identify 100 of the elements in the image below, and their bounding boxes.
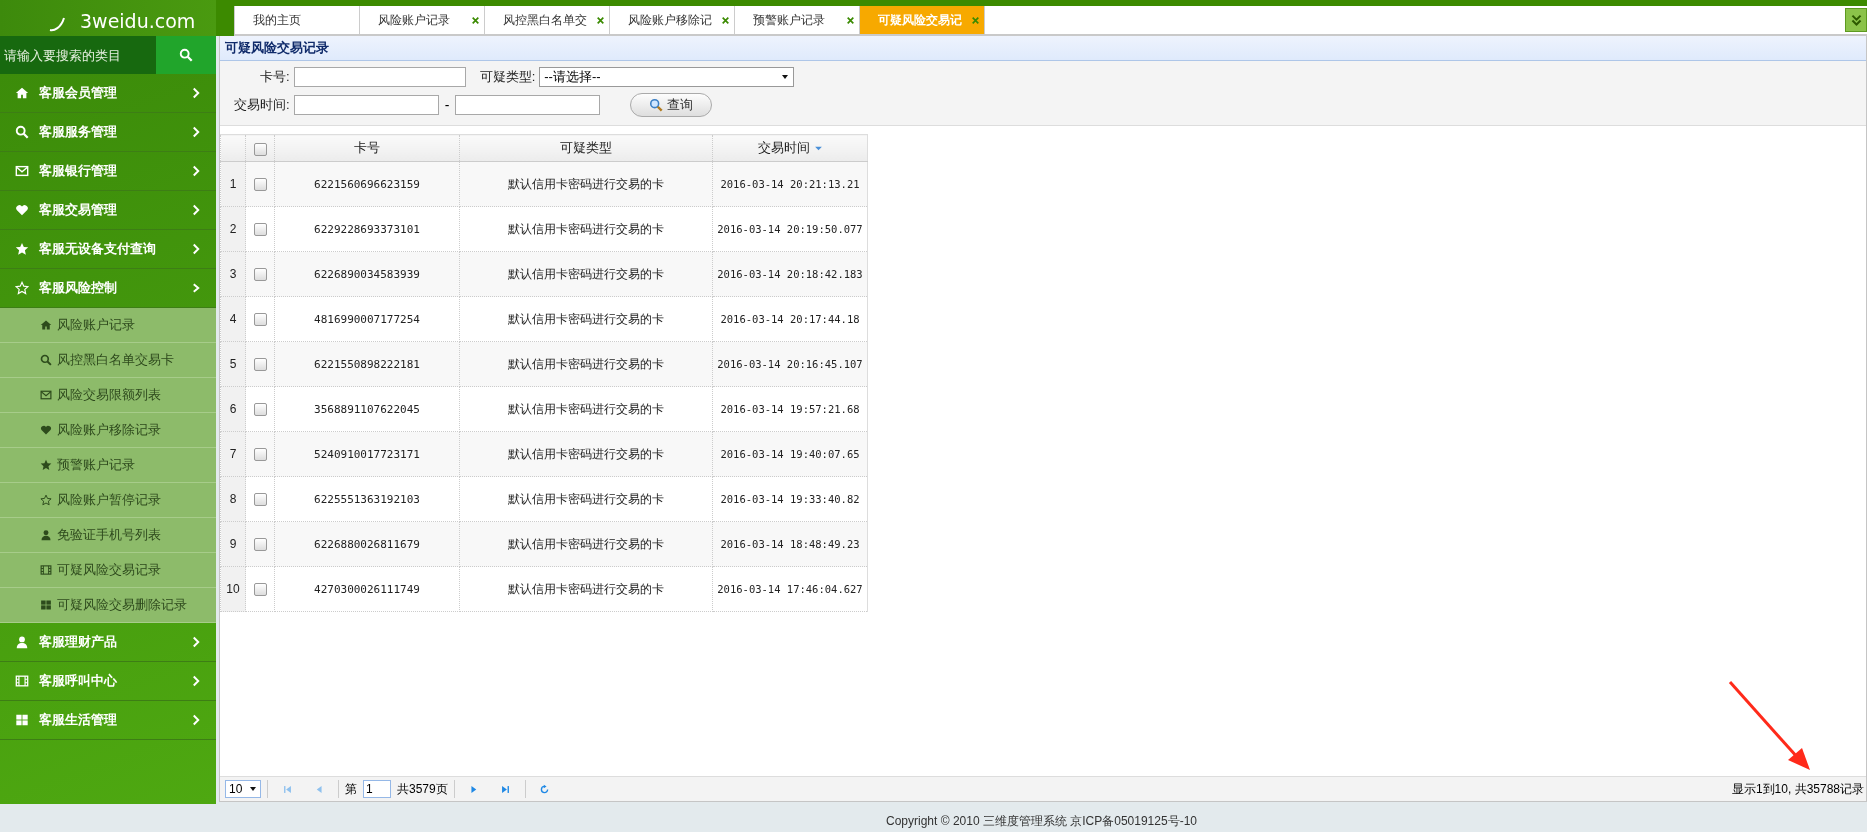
search-icon xyxy=(179,48,193,62)
magnifier-icon xyxy=(649,98,664,112)
heart-icon xyxy=(15,203,29,217)
submenu-item[interactable]: 预警账户记录 xyxy=(0,448,216,483)
film-icon xyxy=(15,674,29,688)
menu-item[interactable]: 客服服务管理 xyxy=(0,113,216,152)
table-cell: 4816990007177254 xyxy=(274,296,460,342)
close-icon[interactable] xyxy=(471,15,480,25)
type-dropdown[interactable]: --请选择-- xyxy=(539,67,795,87)
home-icon xyxy=(40,319,52,331)
card-number-field[interactable] xyxy=(293,67,466,87)
page-size-dropdown[interactable]: 10 xyxy=(225,780,261,798)
table-cell: 默认信用卡密码进行交易的卡 xyxy=(459,566,713,612)
checkbox[interactable] xyxy=(253,312,267,326)
close-icon[interactable] xyxy=(721,15,730,25)
double-chevron-icon xyxy=(1849,13,1863,27)
page-number-field[interactable]: 1 xyxy=(363,780,391,798)
envelope-icon xyxy=(15,164,29,178)
field-label: 可疑类型: xyxy=(478,68,537,86)
menu-item[interactable]: 客服呼叫中心 xyxy=(0,662,216,701)
field-label: 交易时间: xyxy=(234,96,291,114)
tab-overflow-button[interactable] xyxy=(1845,8,1867,32)
checkbox[interactable] xyxy=(253,267,267,281)
table-cell: 2016-03-14 19:40:07.65 xyxy=(712,431,868,477)
submenu-item[interactable]: 可疑风险交易记录 xyxy=(0,553,216,588)
table-cell: 默认信用卡密码进行交易的卡 xyxy=(459,386,713,432)
table-cell: 默认信用卡密码进行交易的卡 xyxy=(459,206,713,252)
search-icon xyxy=(15,125,29,139)
end-time-field[interactable] xyxy=(455,95,601,115)
row-number: 9 xyxy=(220,521,246,567)
menu-item[interactable]: 客服银行管理 xyxy=(0,152,216,191)
grid-icon xyxy=(40,599,52,611)
search-button[interactable] xyxy=(156,36,216,74)
checkbox[interactable] xyxy=(253,357,267,371)
logo-text: 3weidu.com xyxy=(80,10,196,32)
star-icon xyxy=(15,242,29,256)
column-header[interactable]: 可疑类型 xyxy=(560,139,612,157)
table-cell: 默认信用卡密码进行交易的卡 xyxy=(459,296,713,342)
person-icon xyxy=(15,635,29,649)
refresh-icon xyxy=(539,783,551,795)
checkbox[interactable] xyxy=(253,537,267,551)
table-cell: 2016-03-14 20:21:13.21 xyxy=(712,161,868,207)
checkbox[interactable] xyxy=(253,402,267,416)
row-number: 6 xyxy=(220,386,246,432)
close-icon[interactable] xyxy=(971,15,980,25)
copyright-text: Copyright © 2010 三维度管理系统 京ICP备05019125号-10 xyxy=(886,813,1197,830)
dropdown-arrow-icon xyxy=(781,73,790,81)
submenu-item[interactable]: 免验证手机号列表 xyxy=(0,518,216,553)
field-label: 卡号: xyxy=(259,68,291,86)
close-icon[interactable] xyxy=(846,15,855,25)
search-button[interactable]: 查询 xyxy=(630,93,713,117)
table-cell: 6221560696623159 xyxy=(274,161,460,207)
row-number: 3 xyxy=(220,251,246,297)
table-cell: 默认信用卡密码进行交易的卡 xyxy=(459,251,713,297)
star-icon xyxy=(40,459,52,471)
table-cell: 默认信用卡密码进行交易的卡 xyxy=(459,431,713,477)
table-cell: 5240910017723171 xyxy=(274,431,460,477)
menu-item[interactable]: 客服理财产品 xyxy=(0,623,216,662)
row-number: 1 xyxy=(220,161,246,207)
checkbox[interactable] xyxy=(253,582,267,596)
table-cell: 2016-03-14 18:48:49.23 xyxy=(712,521,868,567)
row-number: 7 xyxy=(220,431,246,477)
checkbox[interactable] xyxy=(253,492,267,506)
film-icon xyxy=(40,564,52,576)
menu-item[interactable]: 客服交易管理 xyxy=(0,191,216,230)
menu-item[interactable]: 客服生活管理 xyxy=(0,701,216,740)
page-count: 共3579页 xyxy=(397,780,448,798)
submenu-item[interactable]: 风险账户记录 xyxy=(0,308,216,343)
row-number: 2 xyxy=(220,206,246,252)
table-cell: 默认信用卡密码进行交易的卡 xyxy=(459,476,713,522)
start-time-field[interactable] xyxy=(293,95,439,115)
close-icon[interactable] xyxy=(596,15,605,25)
submenu-item[interactable]: 风险账户移除记录 xyxy=(0,413,216,448)
dropdown-arrow-icon xyxy=(249,785,257,793)
checkbox[interactable] xyxy=(253,177,267,191)
table-cell: 6221550898222181 xyxy=(274,341,460,387)
menu-item[interactable]: 客服无设备支付查询 xyxy=(0,230,216,269)
checkbox[interactable] xyxy=(253,222,267,236)
submenu-item[interactable]: 风险交易限额列表 xyxy=(0,378,216,413)
search-field[interactable]: 请输入要搜索的类目 xyxy=(0,36,156,74)
table-cell: 6225551363192103 xyxy=(274,476,460,522)
submenu-item[interactable]: 风控黑白名单交易卡 xyxy=(0,343,216,378)
panel-title: 可疑风险交易记录 xyxy=(225,39,329,57)
submenu-item[interactable]: 可疑风险交易删除记录 xyxy=(0,588,216,623)
table-cell: 默认信用卡密码进行交易的卡 xyxy=(459,521,713,567)
first-page-icon xyxy=(281,783,293,795)
checkbox[interactable] xyxy=(253,142,267,156)
search-icon xyxy=(40,354,52,366)
person-icon xyxy=(40,529,52,541)
table-cell: 6229228693373101 xyxy=(274,206,460,252)
menu-item[interactable]: 客服会员管理 xyxy=(0,74,216,113)
row-number: 8 xyxy=(220,476,246,522)
submenu-item[interactable]: 风险账户暂停记录 xyxy=(0,483,216,518)
page-label: 第 xyxy=(345,780,357,798)
envelope-icon xyxy=(40,389,52,401)
checkbox[interactable] xyxy=(253,447,267,461)
table-cell: 6226880026811679 xyxy=(274,521,460,567)
column-header[interactable]: 卡号 xyxy=(354,139,380,157)
row-number: 10 xyxy=(220,566,246,612)
table-cell: 4270300026111749 xyxy=(274,566,460,612)
